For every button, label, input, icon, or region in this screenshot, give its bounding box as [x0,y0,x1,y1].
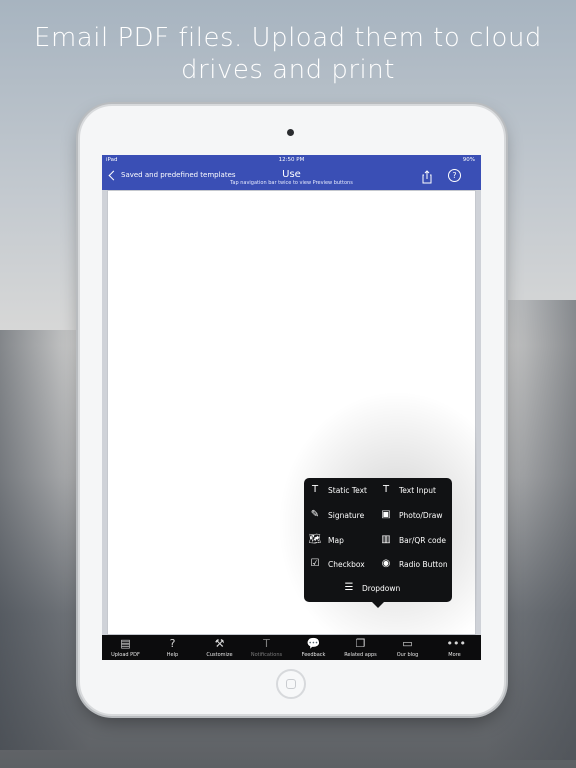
headline-line-2: drives and print [181,55,395,85]
share-button[interactable] [420,169,434,184]
toolbar-feedback[interactable]: 💬 Feedback [290,635,337,660]
upload-pdf-icon: ▤ [120,637,131,650]
status-battery: 90% [462,157,475,163]
toolbar-label: Help [166,652,179,658]
help-icon: ? [169,637,176,650]
toolbar-customize[interactable]: ⚒ Customize [196,635,243,660]
menu-item-label: Signature [328,510,365,520]
menu-item-label: Map [328,535,344,545]
menu-item-barcode[interactable]: ▥ Bar/QR code [380,532,446,548]
toolbar-label: Customize [206,652,233,658]
ipad-device-frame: iPad 12:50 PM 90% Saved and predefined t… [80,106,504,714]
bottom-toolbar: ▤ Upload PDF ? Help ⚒ Customize T Notifi… [102,635,481,660]
tools-icon: ⚒ [214,637,225,650]
menu-item-label: Static Text [328,485,367,495]
menu-item-radio-button[interactable]: ◉ Radio Button [380,556,448,572]
more-icon: ••• [446,637,466,650]
map-icon: 🗺 [308,534,322,545]
camera-dot [287,129,294,136]
menu-item-text-input[interactable]: T Text Input [380,482,436,498]
toolbar-label: Our blog [396,652,419,658]
status-time: 12:50 PM [278,157,305,163]
toolbar-help[interactable]: ? Help [149,635,196,660]
toolbar-related-apps[interactable]: ❐ Related apps [337,635,384,660]
toolbar-upload-pdf[interactable]: ▤ Upload PDF [102,635,149,660]
toolbar-label: More [448,652,461,658]
menu-item-label: Dropdown [362,583,401,593]
device-screen: iPad 12:50 PM 90% Saved and predefined t… [102,155,481,660]
add-field-popover: T Static Text T Text Input ✎ Signature ▣… [304,478,452,608]
menu-item-label: Text Input [399,485,436,495]
related-apps-icon: ❐ [355,637,366,650]
toolbar-notifications[interactable]: T Notifications [243,635,290,660]
toolbar-label: Feedback [301,652,326,658]
share-icon [422,170,432,184]
toolbar-label: Related apps [344,652,377,658]
barcode-icon: ▥ [381,534,391,545]
menu-item-label: Checkbox [328,559,365,569]
menu-item-photo-draw[interactable]: ▣ Photo/Draw [380,507,443,523]
toolbar-label: Upload PDF [111,652,140,658]
feedback-icon: 💬 [306,637,321,650]
navigation-bar[interactable]: iPad 12:50 PM 90% Saved and predefined t… [102,155,481,190]
menu-item-checkbox[interactable]: ☑ Checkbox [309,556,365,572]
menu-item-signature[interactable]: ✎ Signature [309,507,364,523]
help-button[interactable]: ? [448,169,461,182]
promo-headline: Email PDF files. Upload them to cloud dr… [0,22,576,86]
dropdown-list-icon: ☰ [344,582,354,593]
pdf-page-canvas[interactable]: T Static Text T Text Input ✎ Signature ▣… [107,190,477,635]
checkbox-icon: ☑ [310,558,320,569]
notifications-icon: T [263,637,270,650]
headline-line-1: Email PDF files. Upload them to cloud [34,23,542,53]
menu-item-static-text[interactable]: T Static Text [309,482,367,498]
menu-item-label: Bar/QR code [399,535,446,545]
signature-icon: ✎ [310,509,320,520]
home-button[interactable] [276,669,306,699]
menu-item-label: Radio Button [399,559,448,569]
static-text-icon: T [311,484,319,495]
text-input-icon: T [382,484,390,495]
menu-item-label: Photo/Draw [399,510,443,520]
toolbar-more[interactable]: ••• More [431,635,478,660]
background-blur-left [0,330,90,750]
toolbar-our-blog[interactable]: ▭ Our blog [384,635,431,660]
toolbar-label: Notifications [250,652,283,658]
menu-item-dropdown[interactable]: ☰ Dropdown [343,580,401,596]
photo-icon: ▣ [381,509,391,520]
menu-item-map[interactable]: 🗺 Map [309,532,344,548]
radio-button-icon: ◉ [381,558,391,569]
blog-icon: ▭ [402,637,413,650]
